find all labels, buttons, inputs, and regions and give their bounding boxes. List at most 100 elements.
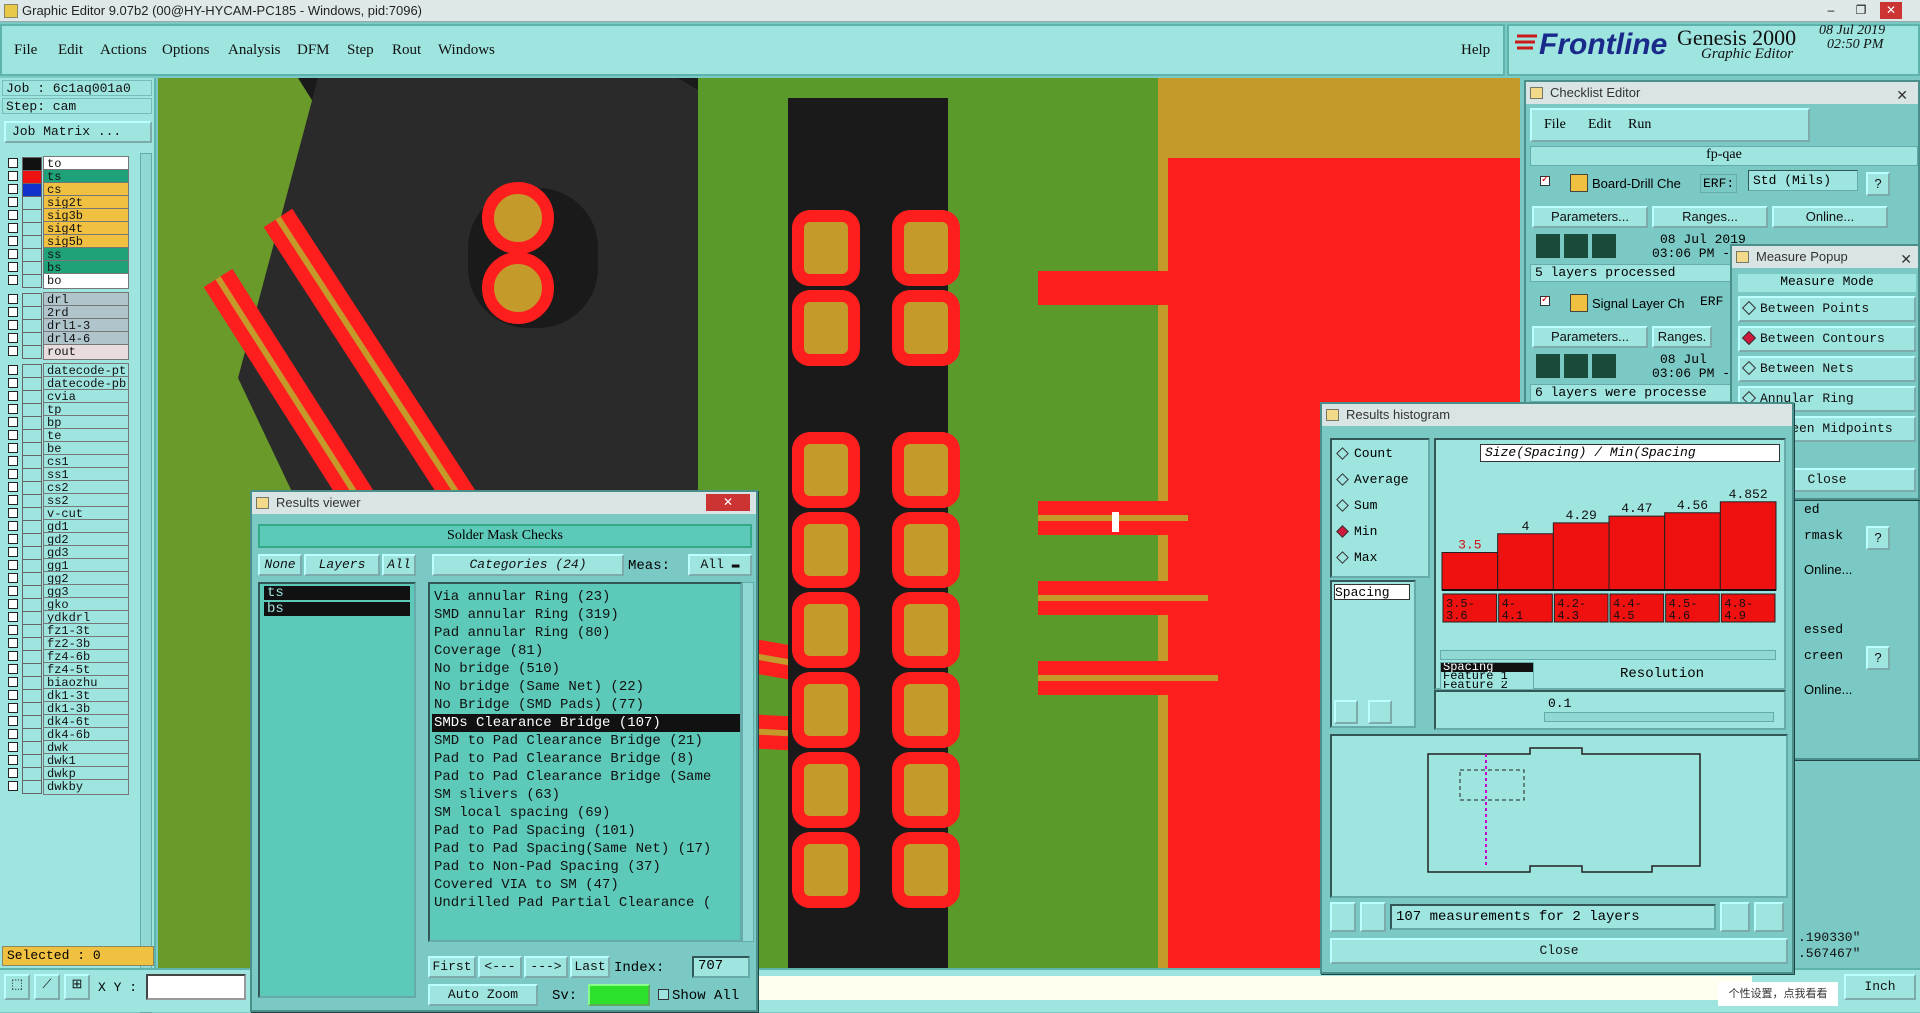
categories-button[interactable]: Categories (24) (432, 554, 624, 576)
layer-checkbox[interactable] (8, 391, 18, 401)
restore-button[interactable]: ❐ (1850, 2, 1872, 19)
histogram-bar[interactable] (1441, 552, 1499, 591)
layer-checkbox[interactable] (8, 456, 18, 466)
run-icon[interactable] (1564, 354, 1588, 378)
layer-filter-item[interactable]: bs (264, 602, 410, 616)
range-item[interactable]: Feature 2 (1441, 681, 1533, 690)
help-icon[interactable]: ? (1866, 526, 1890, 550)
layer-checkbox[interactable] (8, 294, 18, 304)
minimize-button[interactable]: – (1820, 2, 1842, 19)
check2-checkbox[interactable]: ✓ (1540, 294, 1550, 306)
refresh-icon[interactable] (1368, 700, 1392, 724)
show-all-checkbox[interactable] (658, 989, 669, 1000)
checklist-menu-edit[interactable]: Edit (1588, 117, 1611, 133)
layer-list-scrollbar[interactable] (140, 153, 152, 1013)
menu-step[interactable]: Step (347, 42, 374, 59)
auto-zoom-dropdown[interactable]: Auto Zoom (428, 984, 538, 1006)
layer-name[interactable]: rout (43, 344, 129, 360)
layer-checkbox[interactable] (8, 664, 18, 674)
layer-checkbox[interactable] (8, 495, 18, 505)
layer-checkbox[interactable] (8, 521, 18, 531)
all-layers-button[interactable]: All (382, 554, 416, 576)
layer-checkbox[interactable] (8, 781, 18, 791)
stat-radio[interactable]: Average (1336, 472, 1409, 487)
layer-checkbox[interactable] (8, 677, 18, 687)
run-icon[interactable] (1536, 354, 1560, 378)
layer-checkbox[interactable] (8, 534, 18, 544)
field-list[interactable]: Spacing (1330, 580, 1416, 728)
first-button[interactable]: First (428, 956, 476, 978)
zoom-out-icon[interactable] (1754, 902, 1784, 932)
category-item[interactable]: Pad to Pad Spacing(Same Net) (17) (432, 840, 740, 858)
help-icon[interactable]: ? (1866, 646, 1890, 670)
histogram-close-button[interactable]: Close (1330, 938, 1788, 964)
layer-row[interactable]: dwkby (5, 779, 129, 795)
category-item[interactable]: No Bridge (SMD Pads) (77) (432, 696, 740, 714)
layer-row[interactable]: rout (5, 344, 129, 360)
run-icon[interactable] (1564, 234, 1588, 258)
layer-checkbox[interactable] (8, 729, 18, 739)
layer-checkbox[interactable] (8, 249, 18, 259)
layer-checkbox[interactable] (8, 158, 18, 168)
range-item[interactable]: Spacing (1441, 663, 1533, 672)
category-item[interactable]: Covered VIA to SM (47) (432, 876, 740, 894)
layer-name[interactable]: dwkby (43, 779, 129, 795)
stat-radio[interactable]: Count (1336, 446, 1393, 461)
delete-icon[interactable] (1334, 700, 1358, 724)
category-item[interactable]: SM local spacing (69) (432, 804, 740, 822)
menu-analysis[interactable]: Analysis (228, 42, 281, 59)
layer-checkbox[interactable] (8, 469, 18, 479)
check1-checkbox[interactable]: ✓ (1540, 174, 1550, 186)
checklist-menu-file[interactable]: File (1544, 117, 1566, 133)
category-item[interactable]: Pad to Pad Clearance Bridge (Same (432, 768, 740, 786)
layer-checkbox[interactable] (8, 378, 18, 388)
measure-mode-option[interactable]: Between Points (1738, 296, 1916, 322)
histogram-bar[interactable] (1552, 522, 1610, 591)
layer-color-swatch[interactable] (22, 780, 42, 794)
category-item[interactable]: SMDs Clearance Bridge (107) (432, 714, 740, 732)
category-item[interactable]: Coverage (81) (432, 642, 740, 660)
run-icon[interactable] (1592, 354, 1616, 378)
next-button[interactable]: ---> (524, 956, 568, 978)
menu-actions[interactable]: Actions (100, 42, 147, 59)
layer-checkbox[interactable] (8, 703, 18, 713)
chart-scrollbar[interactable] (1440, 650, 1776, 660)
last-button[interactable]: Last (570, 956, 610, 978)
layer-checkbox[interactable] (8, 742, 18, 752)
check1-parameters-button[interactable]: Parameters... (1532, 206, 1648, 228)
layer-checkbox[interactable] (8, 625, 18, 635)
resolution-slider[interactable] (1544, 712, 1774, 722)
layer-checkbox[interactable] (8, 755, 18, 765)
close-icon[interactable]: ✕ (706, 494, 750, 511)
layer-checkbox[interactable] (8, 197, 18, 207)
layer-checkbox[interactable] (8, 651, 18, 661)
layer-checkbox[interactable] (8, 508, 18, 518)
refresh-icon[interactable] (1360, 902, 1386, 932)
layer-checkbox[interactable] (8, 612, 18, 622)
grid-tool-icon[interactable]: ⊞ (64, 974, 90, 1000)
meas-dropdown[interactable]: All ▬ (688, 554, 752, 576)
category-list[interactable]: Via annular Ring (23) SMD annular Ring (3… (428, 582, 742, 942)
none-button[interactable]: None (258, 554, 302, 576)
menu-windows[interactable]: Windows (438, 42, 495, 59)
range-item[interactable]: Feature 1 (1441, 672, 1533, 681)
measure-mode-option[interactable]: Between Nets (1738, 356, 1916, 382)
close-icon[interactable]: ✕ (1900, 248, 1912, 270)
delete-icon[interactable] (1330, 902, 1356, 932)
layer-checkbox[interactable] (8, 417, 18, 427)
job-matrix-button[interactable]: Job Matrix ... (4, 121, 152, 143)
layer-checkbox[interactable] (8, 443, 18, 453)
layer-checkbox[interactable] (8, 365, 18, 375)
layer-checkbox[interactable] (8, 573, 18, 583)
check1-erf-value[interactable]: Std (Mils) (1748, 170, 1858, 191)
histogram-bar[interactable] (1497, 533, 1554, 591)
stat-radio[interactable]: Sum (1336, 498, 1377, 513)
layer-checkbox[interactable] (8, 599, 18, 609)
layer-checkbox[interactable] (8, 307, 18, 317)
layer-checkbox[interactable] (8, 690, 18, 700)
measure-tool-icon[interactable]: ⟋ (34, 974, 60, 1000)
layer-filter-list[interactable]: ts bs (258, 582, 416, 998)
close-button[interactable]: ✕ (1880, 2, 1902, 19)
layer-checkbox[interactable] (8, 333, 18, 343)
layer-checkbox[interactable] (8, 404, 18, 414)
